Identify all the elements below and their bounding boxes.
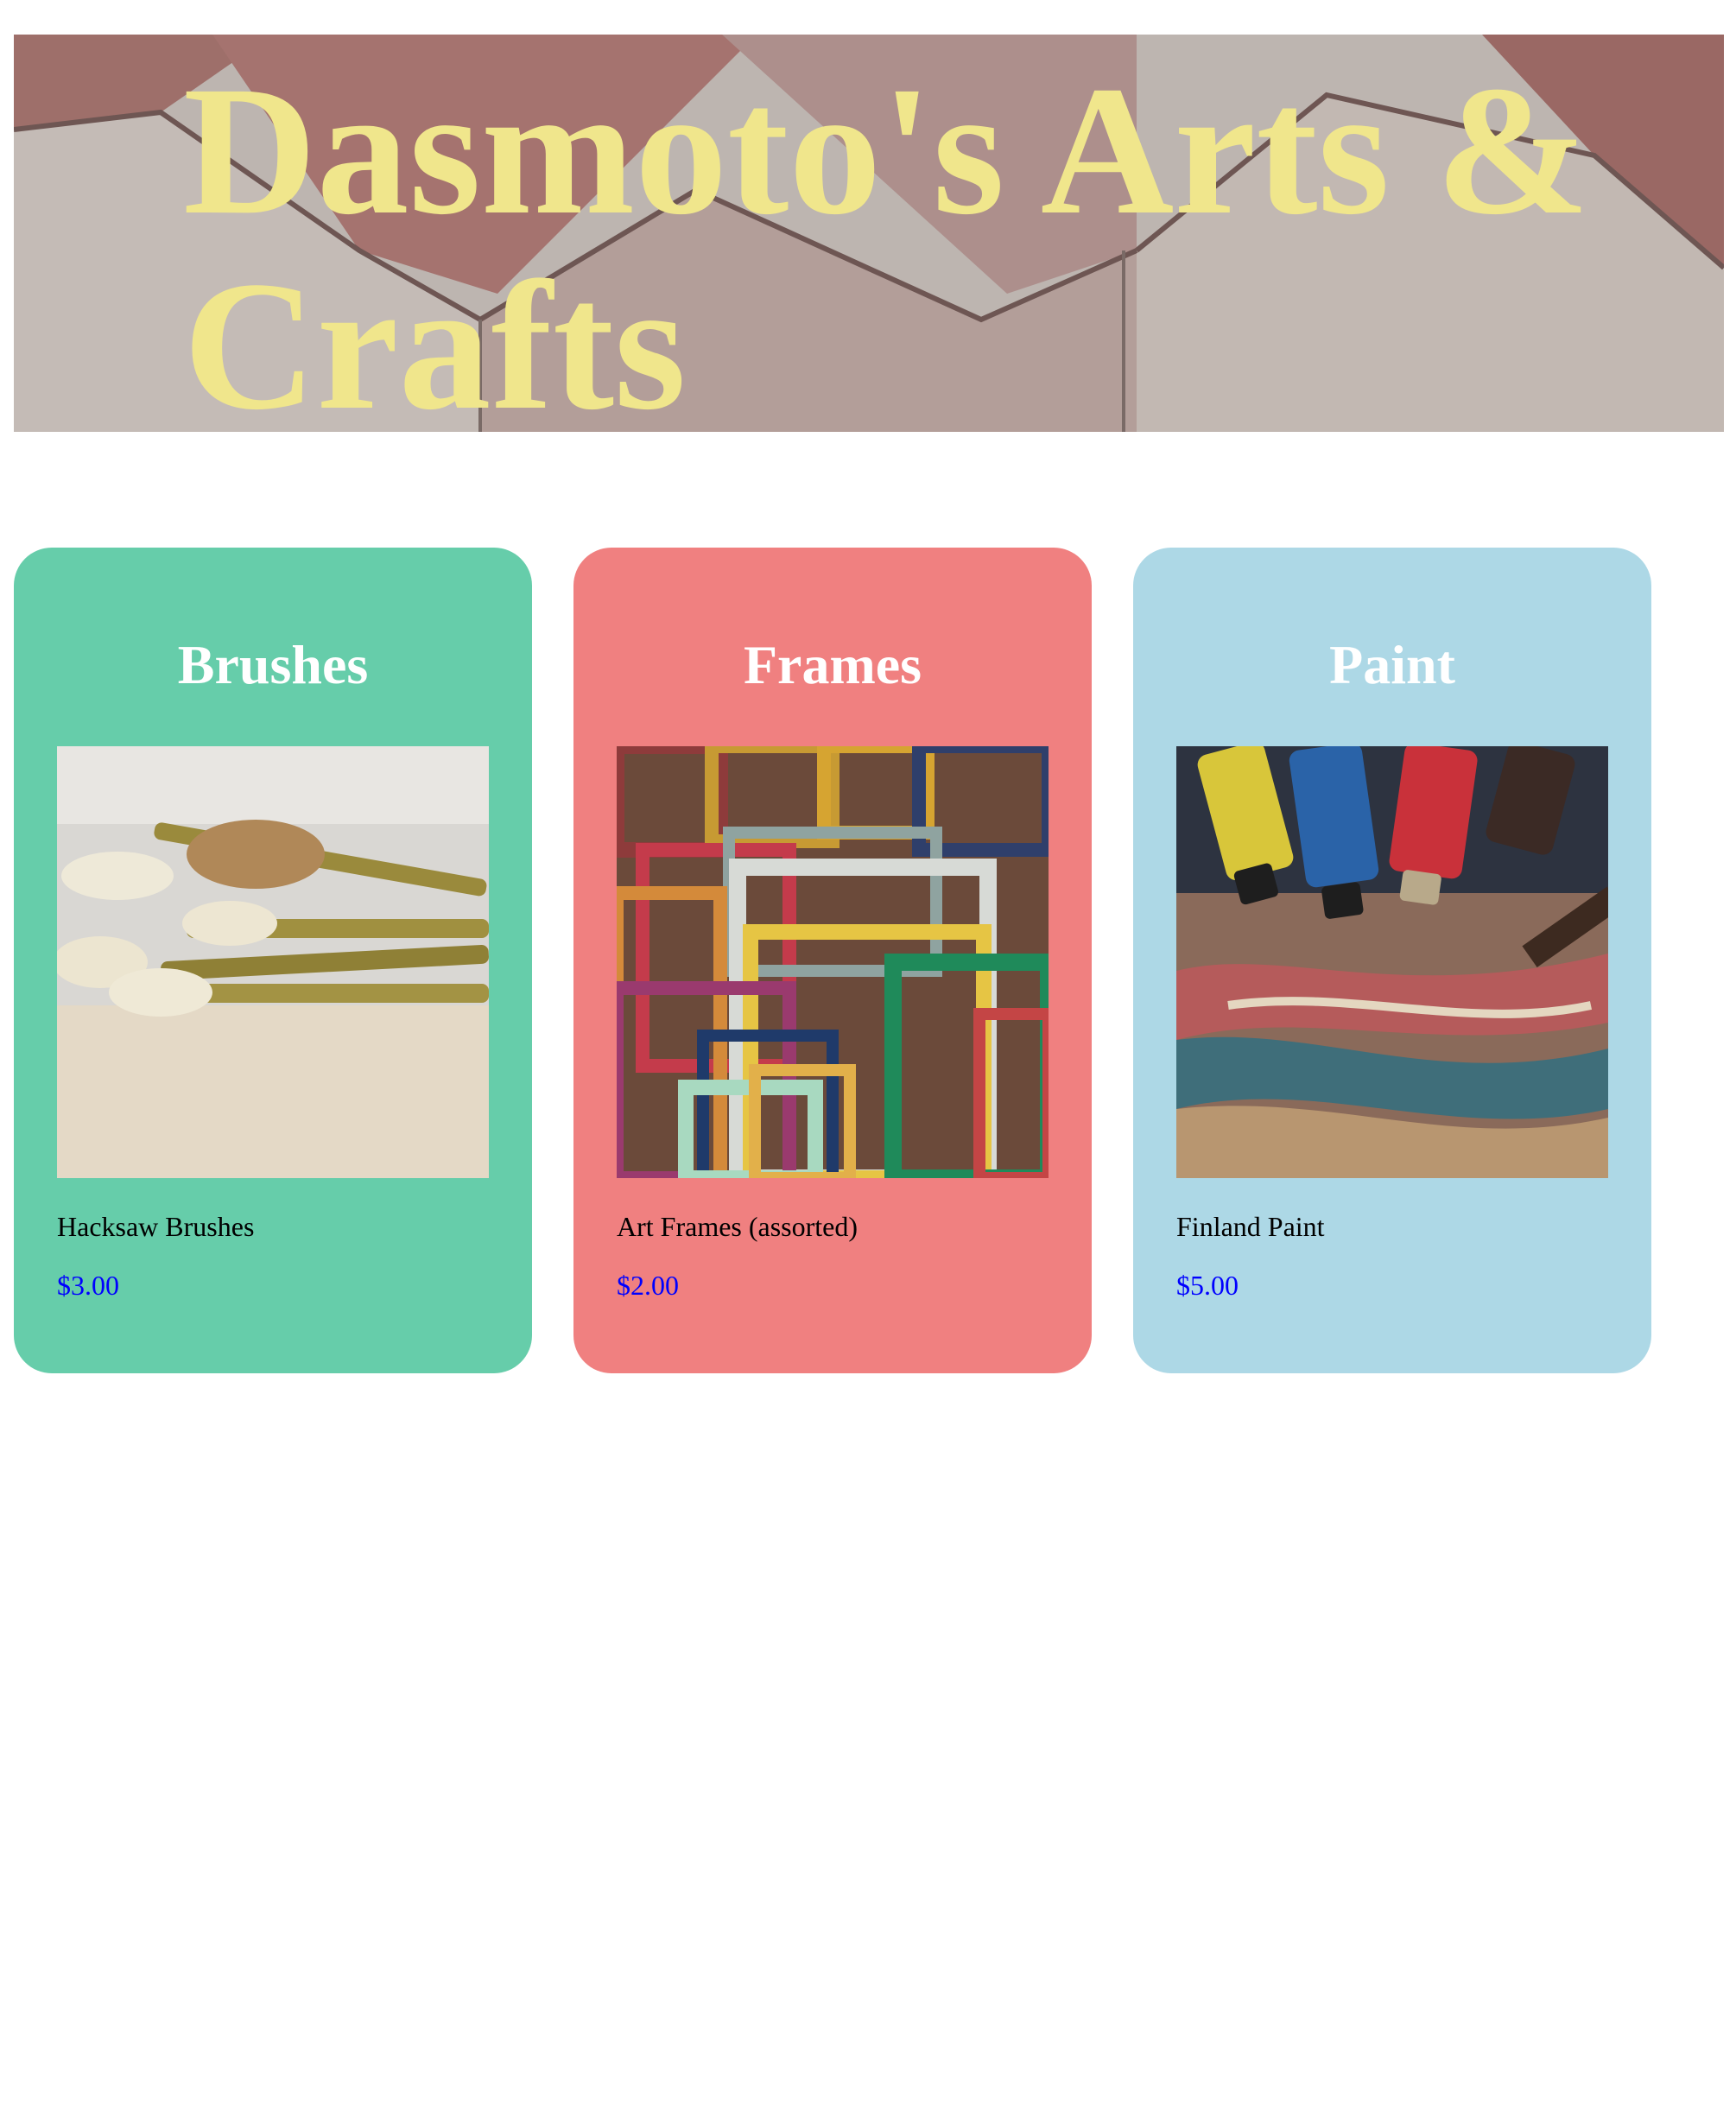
product-price: $2.00 <box>617 1270 679 1301</box>
page-title: Dasmoto's Arts & Crafts <box>183 48 1590 433</box>
product-card-frames: Frames Art Frames (assorted) $2.00 <box>573 548 1092 1373</box>
product-card-brushes: Brushes Hacksaw Brushes $3.00 <box>14 548 532 1373</box>
product-name: Finland Paint <box>1176 1211 1325 1242</box>
category-heading: Paint <box>1329 634 1455 695</box>
brushes-photo <box>57 746 489 1178</box>
paint-photo <box>1176 746 1608 1178</box>
product-name: Hacksaw Brushes <box>57 1211 255 1242</box>
frames-photo <box>617 746 1049 1178</box>
product-price: $5.00 <box>1176 1270 1239 1301</box>
category-heading: Frames <box>743 634 922 695</box>
header-banner: Dasmoto's Arts & Crafts <box>14 35 1724 432</box>
product-name: Art Frames (assorted) <box>617 1211 858 1242</box>
product-price: $3.00 <box>57 1270 119 1301</box>
category-heading: Brushes <box>177 634 369 695</box>
product-card-paint: Paint Finland Paint $5.00 <box>1133 548 1651 1373</box>
